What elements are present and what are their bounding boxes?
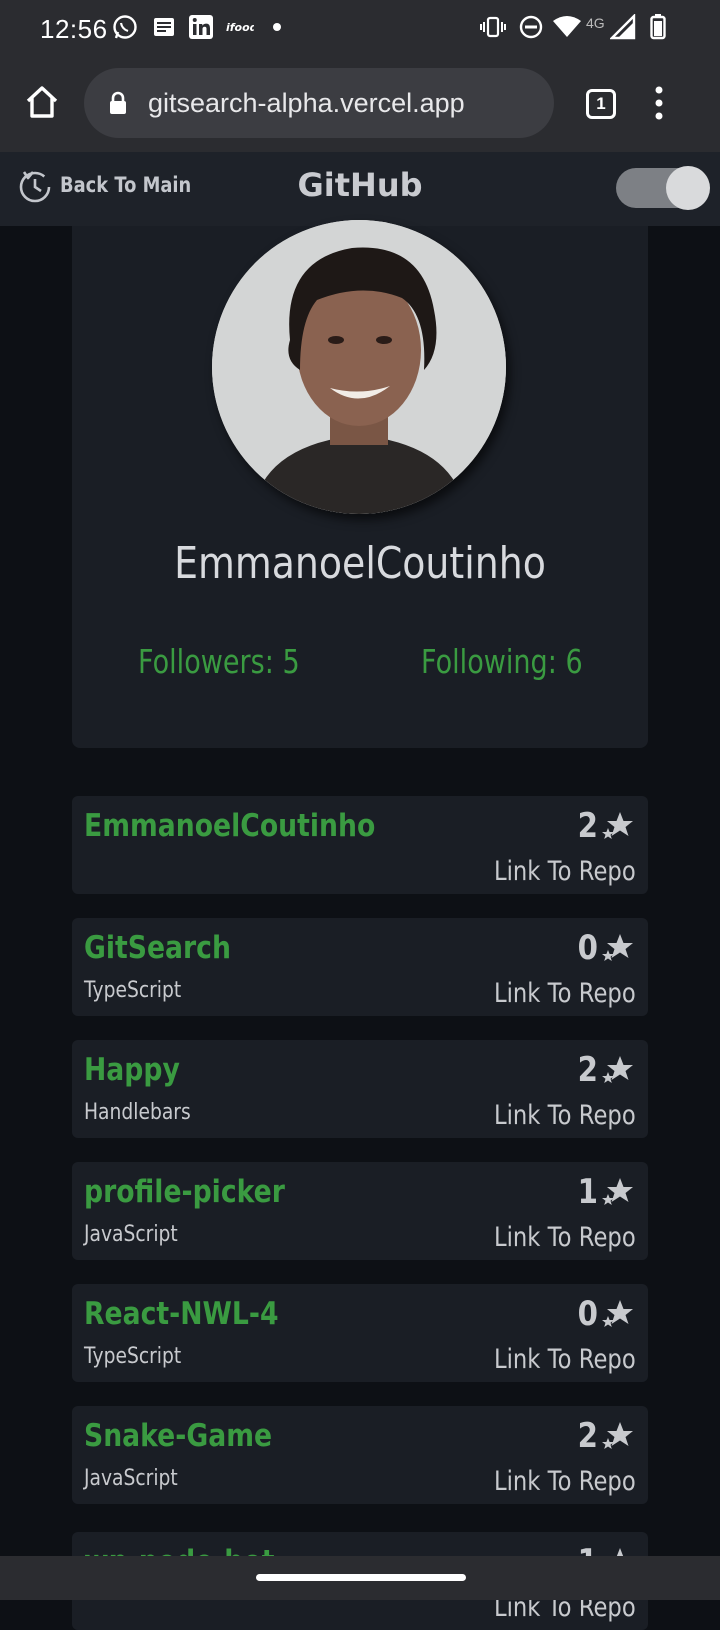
lock-icon — [108, 91, 128, 120]
repo-card[interactable]: profile-picker JavaScript 1 Link To Repo — [72, 1162, 648, 1260]
repo-card[interactable]: Happy Handlebars 2 Link To Repo — [72, 1040, 648, 1138]
home-icon[interactable] — [24, 84, 60, 125]
status-bar: 12:56 ifood 4G — [0, 0, 720, 56]
address-bar[interactable]: gitsearch-alpha.vercel.app — [84, 68, 554, 138]
stars-icon — [602, 1300, 633, 1327]
followers-count[interactable]: Followers: 5 — [138, 642, 300, 681]
history-back-icon — [19, 171, 51, 203]
repo-language: TypeScript — [84, 978, 182, 1003]
more-notifications-dot-icon — [272, 14, 282, 40]
linkedin-icon — [188, 14, 214, 40]
repo-language: JavaScript — [84, 1222, 178, 1247]
vibrate-icon — [480, 14, 506, 40]
back-to-main-link[interactable]: Back To Main — [18, 166, 214, 204]
theme-toggle-knob — [666, 166, 710, 210]
star-count: 2 — [577, 1050, 599, 1090]
repo-card[interactable]: EmmanoelCoutinho 2 Link To Repo — [72, 796, 648, 894]
brand-title: GitHub — [297, 166, 423, 204]
home-gesture-handle[interactable] — [256, 1574, 466, 1581]
cell-signal-icon — [610, 14, 636, 40]
stars-icon — [602, 1422, 633, 1449]
app-header: Back To Main GitHub — [0, 152, 720, 226]
link-to-repo[interactable]: Link To Repo — [494, 1344, 636, 1375]
star-count: 2 — [577, 806, 599, 846]
star-count: 0 — [577, 928, 599, 968]
wifi-icon — [552, 14, 582, 40]
tab-switcher-button[interactable]: 1 — [586, 89, 616, 119]
repo-card[interactable]: Snake-Game JavaScript 2 Link To Repo — [72, 1406, 648, 1504]
repo-name[interactable]: Happy — [84, 1052, 180, 1088]
star-count: 1 — [577, 1172, 599, 1212]
repo-name[interactable]: EmmanoelCoutinho — [84, 808, 375, 844]
theme-toggle[interactable] — [616, 166, 710, 210]
star-count: 0 — [577, 1294, 599, 1334]
system-nav-bar — [0, 1556, 720, 1600]
link-to-repo[interactable]: Link To Repo — [494, 1100, 636, 1131]
repo-language: JavaScript — [84, 1466, 178, 1491]
profile-username: EmmanoelCoutinho — [174, 538, 546, 589]
status-time: 12:56 — [40, 14, 108, 44]
address-url[interactable]: gitsearch-alpha.vercel.app — [148, 88, 465, 119]
ifood-icon: ifood — [226, 14, 254, 40]
link-to-repo[interactable]: Link To Repo — [494, 856, 636, 887]
repo-stars: 1 — [576, 1172, 634, 1212]
link-to-repo[interactable]: Link To Repo — [494, 1466, 636, 1497]
link-to-repo[interactable]: Link To Repo — [494, 978, 636, 1009]
stars-icon — [602, 934, 633, 961]
repo-stars: 2 — [576, 1050, 634, 1090]
stars-icon — [602, 1178, 633, 1205]
repo-language: TypeScript — [84, 1344, 182, 1369]
profile-card: EmmanoelCoutinho Followers: 5 Following:… — [72, 220, 648, 748]
repo-name[interactable]: Snake-Game — [84, 1418, 272, 1454]
link-to-repo[interactable]: Link To Repo — [494, 1222, 636, 1253]
repo-card[interactable]: React-NWL-4 TypeScript 0 Link To Repo — [72, 1284, 648, 1382]
repo-name[interactable]: profile-picker — [84, 1174, 285, 1210]
network-type-label: 4G — [586, 15, 605, 31]
back-to-main-label: Back To Main — [60, 173, 192, 197]
repo-stars: 2 — [576, 806, 634, 846]
repo-name[interactable]: React-NWL-4 — [84, 1296, 279, 1332]
repo-stars: 0 — [576, 928, 634, 968]
following-count[interactable]: Following: 6 — [421, 642, 583, 681]
whatsapp-icon — [112, 14, 138, 40]
browser-toolbar: gitsearch-alpha.vercel.app 1 — [0, 56, 720, 152]
repo-language: Handlebars — [84, 1100, 191, 1125]
repo-stars: 2 — [576, 1416, 634, 1456]
svg-text:ifood: ifood — [226, 21, 254, 34]
overflow-menu-icon[interactable] — [655, 86, 663, 125]
stars-icon — [602, 812, 633, 839]
stars-icon — [602, 1056, 633, 1083]
avatar — [212, 220, 506, 514]
star-count: 2 — [577, 1416, 599, 1456]
repo-card[interactable]: GitSearch TypeScript 0 Link To Repo — [72, 918, 648, 1016]
repo-stars: 0 — [576, 1294, 634, 1334]
news-icon — [152, 14, 176, 40]
do-not-disturb-icon — [518, 14, 544, 40]
battery-icon — [650, 14, 666, 40]
repo-name[interactable]: GitSearch — [84, 930, 231, 966]
